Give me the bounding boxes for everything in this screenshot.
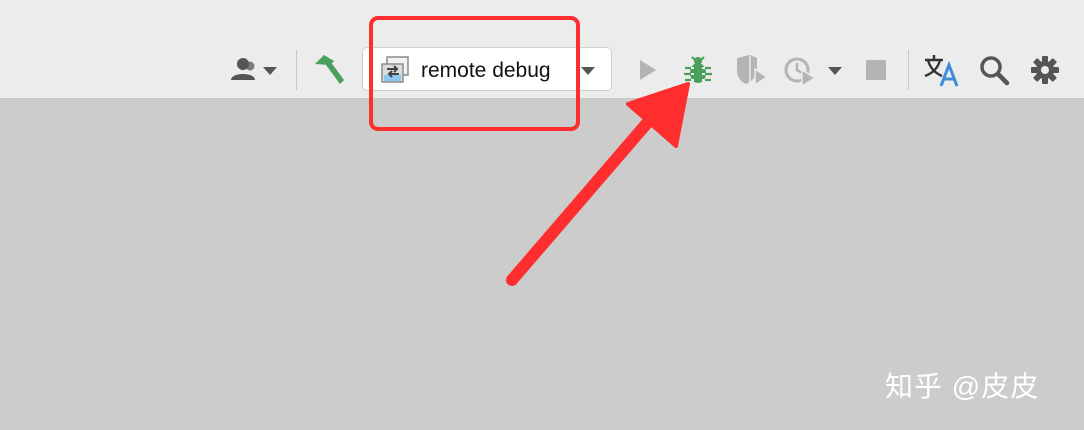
watermark: 知乎 @皮皮 xyxy=(885,371,1040,402)
